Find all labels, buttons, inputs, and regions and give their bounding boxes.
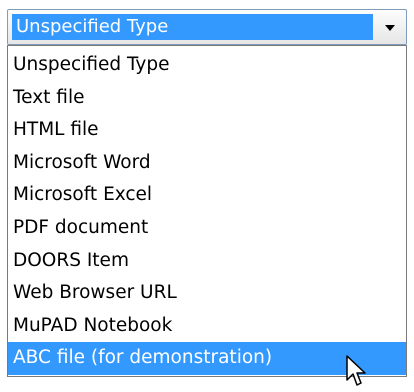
file-type-dropdown-list: Unspecified Type Text file HTML file Mic… [7,45,407,377]
file-type-selector: Unspecified Type Unspecified Type Text f… [0,0,414,392]
option-doors-item[interactable]: DOORS Item [8,245,406,278]
option-pdf-document[interactable]: PDF document [8,212,406,245]
combobox-selected-value: Unspecified Type [12,14,373,40]
option-web-browser-url[interactable]: Web Browser URL [8,277,406,310]
option-text-file[interactable]: Text file [8,82,406,115]
option-microsoft-excel[interactable]: Microsoft Excel [8,179,406,212]
option-abc-file[interactable]: ABC file (for demonstration) [8,342,406,375]
option-html-file[interactable]: HTML file [8,114,406,147]
file-type-combobox[interactable]: Unspecified Type [7,9,407,45]
chevron-down-icon[interactable] [385,25,395,31]
option-unspecified-type[interactable]: Unspecified Type [8,49,406,82]
option-microsoft-word[interactable]: Microsoft Word [8,147,406,180]
option-mupad-notebook[interactable]: MuPAD Notebook [8,310,406,343]
